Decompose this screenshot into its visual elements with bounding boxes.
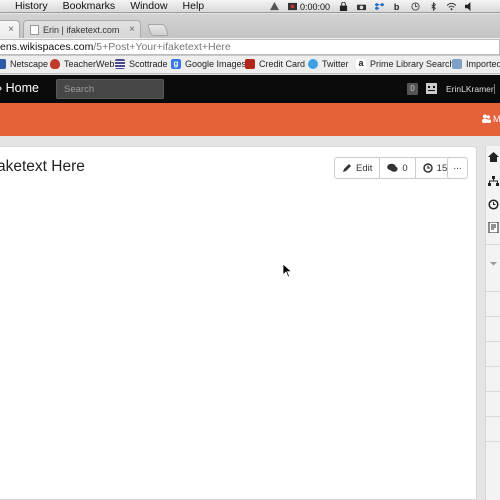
bookmark-teacherweb[interactable]: TeacherWeb xyxy=(50,59,114,69)
google-icon: g xyxy=(171,59,181,69)
home-link[interactable]: › Home xyxy=(0,81,39,95)
twitter-icon xyxy=(308,59,318,69)
sidebar-divider xyxy=(486,366,500,367)
comments-icon xyxy=(387,163,398,172)
sidebar-divider xyxy=(486,341,500,342)
browser-tab-strip: × Erin | ifaketext.com × xyxy=(0,14,500,38)
volume-icon[interactable] xyxy=(465,2,474,11)
sidebar-divider xyxy=(486,291,500,292)
sitemap-icon[interactable] xyxy=(488,176,499,187)
apple-icon xyxy=(50,59,60,69)
dropbox-icon[interactable] xyxy=(375,2,385,11)
card-icon xyxy=(245,59,255,69)
comments-button[interactable]: 0 xyxy=(379,157,416,179)
bookmark-label: Scottrade xyxy=(129,59,168,69)
pencil-icon xyxy=(343,164,351,172)
camera-icon[interactable] xyxy=(357,2,367,11)
menu-history[interactable]: History xyxy=(15,0,48,12)
bookmark-scottrade[interactable]: Scottrade xyxy=(115,59,168,69)
status-tray: 0:00:00 b xyxy=(270,0,474,13)
svg-text:b: b xyxy=(394,2,400,11)
more-button[interactable]: ... xyxy=(447,157,468,179)
bookmark-label: Credit Card xyxy=(259,59,306,69)
netscape-icon xyxy=(0,59,6,69)
wifi-icon[interactable] xyxy=(447,2,457,11)
page-actions: Edit 0 15 xyxy=(334,157,456,179)
search-placeholder: Search xyxy=(64,84,95,95)
edit-button[interactable]: Edit xyxy=(334,157,381,179)
url-host: ens.wikispaces.com xyxy=(0,41,94,53)
edit-label: Edit xyxy=(356,162,373,174)
bookmark-credit-card[interactable]: Credit Card xyxy=(245,59,305,69)
tab-ifaketext[interactable]: Erin | ifaketext.com × xyxy=(23,20,141,38)
search-input[interactable]: Search xyxy=(56,79,164,99)
bookmark-prime-library[interactable]: a Prime Library Search xyxy=(356,59,455,69)
wiki-header-banner: M xyxy=(0,103,500,136)
menu-window[interactable]: Window xyxy=(130,0,167,12)
message-icon[interactable] xyxy=(426,83,437,94)
site-top-nav: › Home Search 0 ErinLKramer xyxy=(0,75,500,103)
amazon-icon: a xyxy=(356,59,366,69)
close-icon[interactable]: × xyxy=(129,24,135,35)
bookmark-label: Netscape xyxy=(10,59,49,69)
members-label: M xyxy=(493,114,500,124)
sidebar-divider xyxy=(486,441,500,442)
bookmark-label: Google Images xyxy=(185,59,247,69)
lock-icon[interactable] xyxy=(339,2,348,11)
page-content: aketext Here Edit 0 15 ... xyxy=(0,146,477,500)
bookmark-google-images[interactable]: g Google Images xyxy=(171,59,246,69)
tab-label: Erin | ifaketext.com xyxy=(43,24,120,35)
menu-bookmarks[interactable]: Bookmarks xyxy=(63,0,116,12)
close-icon[interactable]: × xyxy=(8,24,14,35)
google-drive-icon[interactable] xyxy=(270,2,279,11)
clock-icon xyxy=(422,163,433,173)
screen-record-icon xyxy=(288,2,297,11)
address-bar[interactable]: ens.wikispaces.com/5+Post+Your+ifaketext… xyxy=(0,39,500,55)
mouse-cursor-icon xyxy=(283,264,292,278)
time-machine-icon[interactable] xyxy=(411,2,420,11)
recent-changes-icon[interactable] xyxy=(488,199,499,210)
os-menu-bar: History Bookmarks Window Help 0:00:00 b xyxy=(0,0,500,13)
page-title: aketext Here xyxy=(0,158,85,175)
comments-count: 0 xyxy=(402,162,408,174)
bluetooth-icon[interactable] xyxy=(429,2,438,11)
folder-icon xyxy=(452,59,462,69)
url-path: /5+Post+Your+ifaketext+Here xyxy=(93,41,231,53)
pages-icon[interactable] xyxy=(488,222,499,233)
b-app-icon[interactable]: b xyxy=(393,2,402,11)
members-link[interactable]: M xyxy=(482,114,500,124)
home-icon[interactable] xyxy=(488,152,499,163)
username-link[interactable]: ErinLKramer xyxy=(446,84,494,94)
browser-toolbar: ens.wikispaces.com/5+Post+Your+ifaketext… xyxy=(0,38,500,56)
tab-wikispaces[interactable]: × xyxy=(0,20,20,38)
page-icon xyxy=(30,24,39,35)
right-sidebar xyxy=(485,146,500,500)
os-menu: History Bookmarks Window Help xyxy=(0,0,204,12)
members-icon xyxy=(482,114,491,123)
bookmark-label: Twitter xyxy=(322,59,349,69)
recording-timer[interactable]: 0:00:00 xyxy=(288,2,330,12)
new-tab-button[interactable] xyxy=(146,24,170,36)
scottrade-icon xyxy=(115,59,125,69)
bookmark-label: Prime Library Search xyxy=(370,59,455,69)
chevron-down-icon[interactable] xyxy=(488,258,499,269)
menu-help[interactable]: Help xyxy=(183,0,205,12)
recording-time: 0:00:00 xyxy=(300,1,331,12)
home-label: Home xyxy=(5,81,39,95)
sidebar-divider xyxy=(486,244,500,245)
bookmark-twitter[interactable]: Twitter xyxy=(308,59,349,69)
bookmark-netscape[interactable]: Netscape xyxy=(0,59,48,69)
bookmarks-bar: Netscape TeacherWeb Scottrade g Google I… xyxy=(0,56,500,74)
sidebar-divider xyxy=(486,391,500,392)
nav-divider xyxy=(494,84,495,94)
history-count: 15 xyxy=(436,162,448,174)
bookmark-imported[interactable]: Imported F xyxy=(452,59,500,69)
bookmark-label: TeacherWeb xyxy=(64,59,115,69)
notification-badge[interactable]: 0 xyxy=(407,83,418,95)
sidebar-divider xyxy=(486,416,500,417)
bookmark-label: Imported F xyxy=(466,59,500,69)
sidebar-divider xyxy=(486,316,500,317)
